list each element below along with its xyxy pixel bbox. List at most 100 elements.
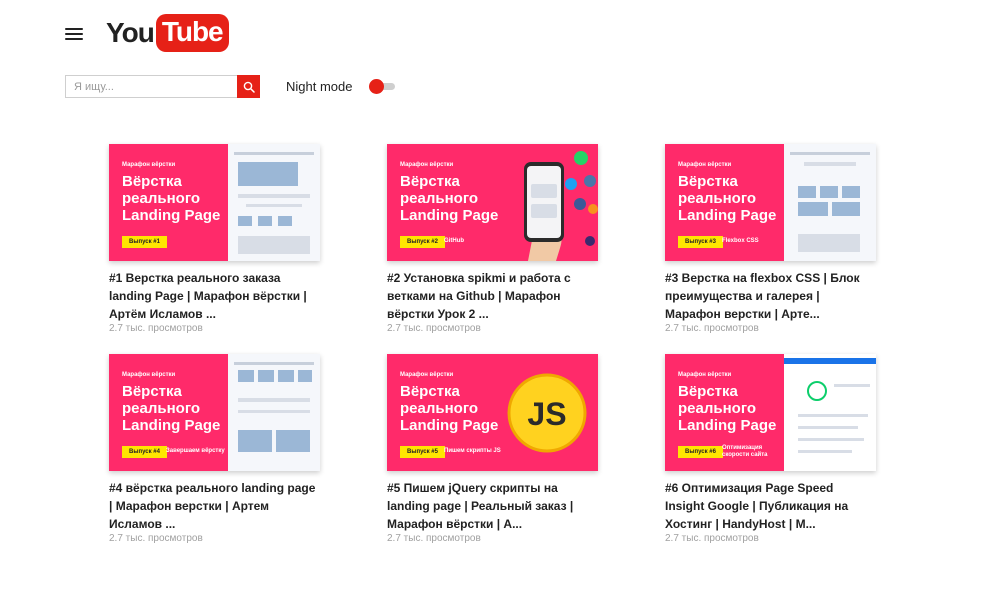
thumb-episode-badge: Выпуск #4 [122, 446, 167, 458]
preview-block [798, 202, 828, 216]
night-mode: Night mode [286, 79, 398, 94]
thumb-line: Landing Page [400, 207, 499, 224]
score-circle-icon [807, 381, 827, 401]
video-card[interactable]: Марафон вёрстки Вёрстка реального Landin… [665, 144, 876, 335]
video-card[interactable]: Марафон вёрстки Вёрстка реального Landin… [387, 144, 598, 335]
preview-block [298, 370, 312, 382]
video-thumbnail[interactable]: Марафон вёрстки Вёрстка реального Landin… [665, 144, 876, 261]
hamburger-menu-icon[interactable] [65, 28, 83, 40]
logo-you-text: You [106, 17, 155, 48]
svg-text:JS: JS [527, 396, 566, 432]
thumb-line: реального [400, 190, 479, 207]
preview-bar [234, 362, 314, 365]
thumb-line: реального [678, 400, 757, 417]
thumb-line: Landing Page [122, 207, 221, 224]
thumb-line: Вёрстка [122, 383, 182, 400]
video-title[interactable]: #2 Установка spikmi и работа с ветками н… [387, 269, 598, 323]
thumb-line: Вёрстка [400, 383, 460, 400]
thumb-series-label: Марафон вёрстки [400, 372, 454, 378]
preview-block [238, 194, 310, 198]
preview-block [238, 162, 298, 186]
thumb-line: реального [400, 400, 479, 417]
preview-block [238, 236, 310, 254]
preview-block [832, 202, 860, 216]
preview-block [804, 162, 856, 166]
thumb-episode-badge: Выпуск #5 [400, 446, 445, 458]
thumb-site-preview [784, 144, 876, 261]
video-thumbnail[interactable]: Марафон вёрстки Вёрстка реального Landin… [109, 354, 320, 471]
thumb-site-preview [228, 144, 320, 261]
preview-block [258, 370, 274, 382]
menu-line [65, 28, 83, 30]
preview-block [278, 370, 294, 382]
thumb-extra-label: Flexbox CSS [722, 238, 759, 244]
thumb-line: реального [122, 400, 201, 417]
video-thumbnail[interactable]: Марафон вёрстки Вёрстка реального Landin… [109, 144, 320, 261]
video-views: 2.7 тыс. просмотров [387, 533, 481, 544]
video-title[interactable]: #6 Оптимизация Page Speed Insight Google… [665, 479, 876, 533]
video-thumbnail[interactable]: Марафон вёрстки Вёрстка реального Landin… [665, 354, 876, 471]
logo-tube-text: Tube [155, 14, 229, 52]
video-card[interactable]: Марафон вёрстки Вёрстка реального Landin… [109, 144, 320, 335]
preview-block [258, 216, 272, 226]
search-icon [243, 81, 255, 93]
video-thumbnail[interactable]: Марафон вёрстки Вёрстка реального Landin… [387, 144, 598, 261]
phone-hand-icon [524, 151, 598, 261]
preview-block [278, 216, 292, 226]
thumb-series-label: Марафон вёрстки [122, 372, 176, 378]
thumb-extra-label: Оптимизация скорости сайта [722, 445, 768, 458]
thumb-headline: Вёрстка реального Landing Page [678, 383, 776, 434]
video-thumbnail[interactable]: Марафон вёрстки Вёрстка реального Landin… [387, 354, 598, 471]
preview-block [842, 186, 860, 198]
thumb-line: Вёрстка [400, 173, 460, 190]
thumb-headline: Вёрстка реального Landing Page [122, 173, 220, 224]
video-title[interactable]: #5 Пишем jQuery скрипты на landing page … [387, 479, 598, 533]
menu-line [65, 33, 83, 35]
search-bar [65, 75, 260, 98]
thumb-line: Landing Page [678, 207, 777, 224]
video-card[interactable]: Марафон вёрстки Вёрстка реального Landin… [665, 354, 876, 545]
preview-bar [784, 358, 876, 364]
preview-block [834, 384, 870, 387]
thumb-line: реального [678, 190, 757, 207]
thumb-line: Landing Page [678, 417, 777, 434]
thumb-extra-label: GitHub [444, 238, 464, 244]
preview-block [246, 204, 302, 207]
preview-block [798, 438, 864, 441]
video-title[interactable]: #1 Верстка реального заказа landing Page… [109, 269, 320, 323]
thumb-line: Landing Page [122, 417, 221, 434]
js-logo-icon: JS [507, 373, 587, 453]
thumb-episode-badge: Выпуск #6 [678, 446, 723, 458]
preview-block [238, 430, 272, 452]
preview-block [798, 426, 858, 429]
preview-block [276, 430, 310, 452]
video-title[interactable]: #4 вёрстка реального landing page | Мара… [109, 479, 320, 533]
video-views: 2.7 тыс. просмотров [387, 323, 481, 334]
video-views: 2.7 тыс. просмотров [665, 323, 759, 334]
night-mode-toggle[interactable] [369, 79, 398, 94]
preview-block [238, 216, 252, 226]
search-input[interactable] [65, 75, 237, 98]
preview-block [238, 370, 254, 382]
video-title[interactable]: #3 Верстка на flexbox CSS | Блок преимущ… [665, 269, 876, 323]
thumb-series-label: Марафон вёрстки [678, 162, 732, 168]
thumb-line: реального [122, 190, 201, 207]
preview-bar [790, 152, 870, 155]
video-grid: Марафон вёрстки Вёрстка реального Landin… [109, 144, 876, 545]
search-button[interactable] [237, 75, 260, 98]
thumb-series-label: Марафон вёрстки [678, 372, 732, 378]
preview-block [238, 398, 310, 402]
thumb-extra-label: Пишем скрипты JS [444, 448, 501, 454]
thumb-site-preview [228, 354, 320, 471]
preview-block [798, 414, 868, 417]
preview-block [798, 234, 860, 252]
video-views: 2.7 тыс. просмотров [109, 323, 203, 334]
preview-block [820, 186, 838, 198]
video-card[interactable]: Марафон вёрстки Вёрстка реального Landin… [387, 354, 598, 545]
thumb-headline: Вёрстка реального Landing Page [122, 383, 220, 434]
thumb-series-label: Марафон вёрстки [400, 162, 454, 168]
video-card[interactable]: Марафон вёрстки Вёрстка реального Landin… [109, 354, 320, 545]
thumb-episode-badge: Выпуск #2 [400, 236, 445, 248]
youtube-logo[interactable]: You Tube [106, 14, 229, 52]
thumb-headline: Вёрстка реального Landing Page [400, 383, 498, 434]
